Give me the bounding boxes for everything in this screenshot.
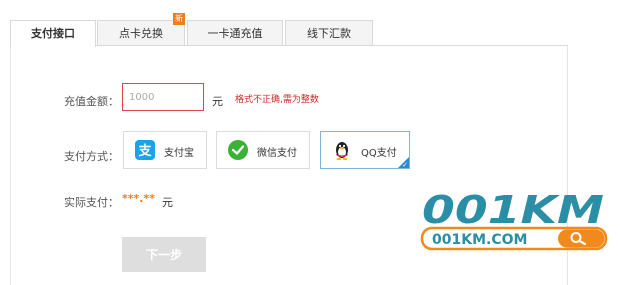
amount-unit: 元 xyxy=(212,95,223,108)
new-badge: 新 xyxy=(173,13,185,25)
tab-card-recharge[interactable]: 一卡通充值 xyxy=(187,20,283,45)
watermark-url: 001KM.COM xyxy=(432,232,527,248)
actual-payment-unit: 元 xyxy=(162,196,173,209)
amount-error-message: 格式不正确,需为整数 xyxy=(235,95,319,105)
next-step-button[interactable]: 下一步 xyxy=(122,237,206,272)
pay-option-label: QQ支付 xyxy=(361,148,397,159)
alipay-icon: 支 xyxy=(135,140,155,160)
wechat-icon xyxy=(228,140,248,160)
amount-input[interactable] xyxy=(122,83,204,111)
pay-option-alipay[interactable]: 支 支付宝 xyxy=(123,131,207,169)
amount-label: 充值金额： xyxy=(64,95,119,108)
tab-offline-transfer[interactable]: 线下汇款 xyxy=(285,20,373,45)
check-icon: ✓ xyxy=(402,161,408,169)
pay-option-label: 支付宝 xyxy=(164,148,194,159)
site-watermark-logo: 001KM 001KM.COM xyxy=(420,188,608,251)
actual-payment-value: ***.** xyxy=(122,192,155,205)
pay-option-wechat[interactable]: 微信支付 xyxy=(216,131,310,169)
tab-card-exchange[interactable]: 点卡兑换 xyxy=(97,20,185,45)
pay-option-label: 微信支付 xyxy=(257,148,297,159)
qq-penguin-icon xyxy=(336,142,348,160)
tab-payment-interface[interactable]: 支付接口 xyxy=(10,20,96,47)
svg-text:支: 支 xyxy=(137,143,152,159)
pay-option-qq[interactable]: QQ支付 ✓ xyxy=(320,131,410,169)
actual-payment-label: 实际支付： xyxy=(64,196,119,209)
watermark-brand: 001KM xyxy=(422,188,604,232)
payment-method-label: 支付方式： xyxy=(64,150,119,163)
